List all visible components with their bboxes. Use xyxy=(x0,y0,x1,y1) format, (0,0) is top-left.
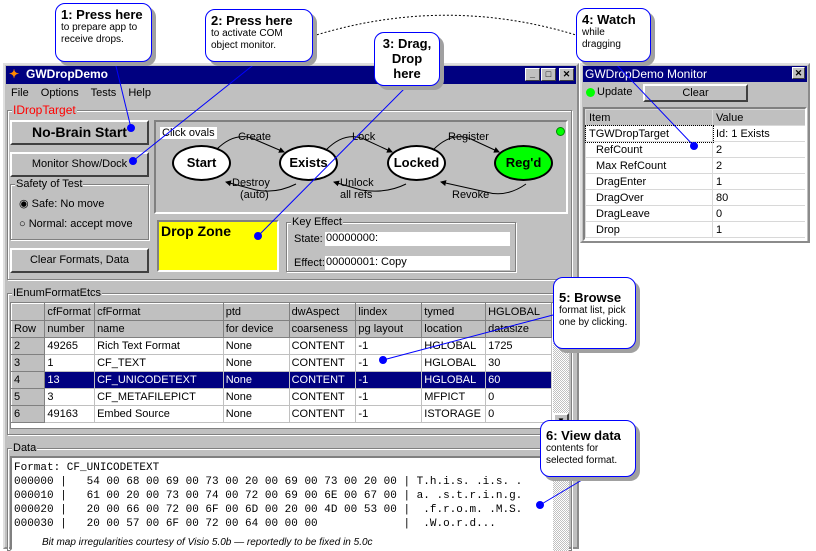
callout-text: format list, pick one by clicking. xyxy=(559,305,628,328)
leader-2-dot xyxy=(129,157,137,165)
dotted-arc xyxy=(312,14,577,37)
callout-text: contents for selected format. xyxy=(546,443,618,466)
leader-4-dot xyxy=(690,142,698,150)
leader-6-dot xyxy=(536,501,544,509)
callout-5: 5: Browse format list, pick one by clicki… xyxy=(553,277,636,349)
leader-5-dot xyxy=(379,356,387,364)
callout-2: 2: Press here to activate COM object moni… xyxy=(205,9,313,62)
leader-1 xyxy=(114,61,132,129)
callout-text: while dragging xyxy=(582,27,621,50)
leader-2 xyxy=(132,61,258,162)
leader-1-dot xyxy=(127,124,135,132)
callout-title: 6: View data xyxy=(546,428,621,443)
leader-6 xyxy=(539,476,588,506)
callout-text: to activate COM object monitor. xyxy=(211,28,283,51)
callout-3: 3: Drag, Drop here xyxy=(374,32,440,86)
callout-6: 6: View data contents for selected format… xyxy=(540,420,636,477)
callout-title: 5: Browse xyxy=(559,290,622,305)
callout-title: 2: Press here xyxy=(211,13,293,28)
callout-text: to prepare app to receive drops. xyxy=(61,22,138,45)
leader-3 xyxy=(257,85,408,237)
callout-4: 4: Watch while dragging xyxy=(576,8,651,62)
leader-5 xyxy=(382,314,554,361)
callout-1: 1: Press here to prepare app to receive d… xyxy=(55,3,152,62)
leader-3-dot xyxy=(254,232,262,240)
callout-title: 3: Drag, Drop here xyxy=(382,36,432,81)
callout-title: 4: Watch xyxy=(582,12,636,27)
leader-4 xyxy=(613,61,695,147)
callout-title: 1: Press here xyxy=(61,7,143,22)
